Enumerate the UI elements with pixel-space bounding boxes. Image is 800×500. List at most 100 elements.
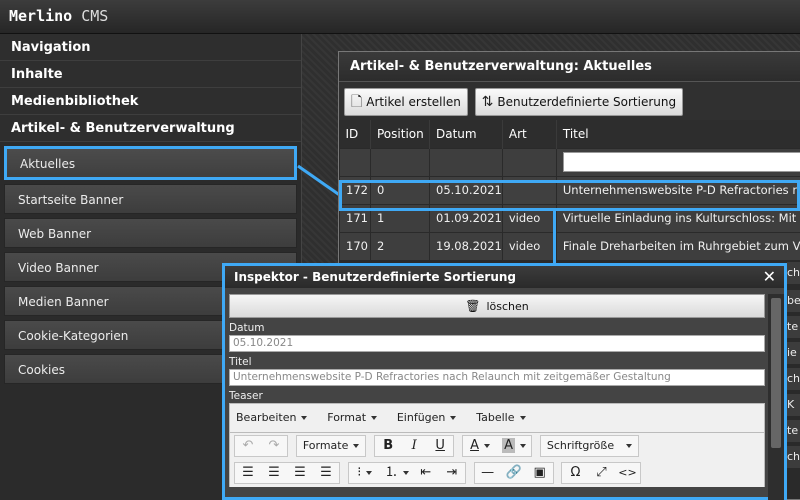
top-bar: Merlino CMS [0,0,800,34]
editor-toolbar-row-2: ☰ ☰ ☰ ☰ ⁝ ⒈ ⇤ ⇥ — 🔗 ▣ Ω ⤢ <> [229,460,765,487]
caret-down-icon [519,443,526,448]
bullet-list-icon[interactable]: ⁝ [349,463,381,483]
list-group: ⁝ ⒈ ⇤ ⇥ [347,462,466,484]
window-toolbar: 🗋 Artikel erstellen ⇅ Benutzerdefinierte S… [339,82,800,120]
color-group: AA [462,435,533,457]
caret-down-icon [366,470,373,475]
column-header-art[interactable]: Art [502,120,557,148]
filter-cell [370,147,430,177]
fontsize-dropdown[interactable]: Schriftgröße [541,436,638,456]
background-color-icon[interactable]: A [497,436,531,456]
sidebar-item-medienbibliothek[interactable]: Medienbibliothek [0,88,301,115]
sidebar-item-navigation[interactable]: Navigation [0,34,301,61]
align-group: ☰ ☰ ☰ ☰ [234,462,340,484]
formats-group: Formate [295,435,367,457]
inspector-body: 🗑 löschen Datum 05.10.2021 Titel Unterneh… [229,294,765,500]
cell-position: 2 [370,231,430,261]
caret-down-icon [402,470,409,475]
filter-cell [555,147,800,177]
extras-group: Ω ⤢ <> [561,462,642,484]
peek-text: ch [787,262,800,284]
delete-button[interactable]: 🗑 löschen [229,294,765,318]
cell-art: video [501,231,557,261]
link-icon[interactable]: 🔗 [501,463,527,483]
column-header-datum[interactable]: Datum [429,120,503,148]
text-style-group: BIU [374,435,455,457]
inspector-scrollbar[interactable] [768,294,784,500]
filter-cell [429,147,503,177]
close-icon[interactable]: ✕ [763,266,776,288]
caret-down-icon [626,444,633,448]
title-filter-input[interactable] [562,152,800,172]
trash-icon: 🗑 [465,299,481,313]
titel-field[interactable]: Unternehmenswebsite P-D Refractories nac… [229,369,765,386]
caret-down-icon [519,416,526,420]
horizontal-rule-icon[interactable]: — [475,463,501,483]
sidebar-item-inhalte[interactable]: Inhalte [0,61,301,88]
scrollbar-thumb[interactable] [771,298,781,448]
image-icon[interactable]: ▣ [527,463,553,483]
peek-text: be [787,290,800,312]
window-title: Artikel- & Benutzerverwaltung: Aktuelles [339,52,800,82]
table-row[interactable]: 170 2 19.08.2021 video Finale Dreharbeit… [339,231,800,261]
inspector-title-bar: Inspektor - Benutzerdefinierte Sortierun… [225,266,784,288]
insert-group: — 🔗 ▣ [473,462,554,484]
titel-label: Titel [229,356,252,368]
datum-field[interactable]: 05.10.2021 [229,335,765,352]
history-group: ↶ ↷ [234,435,288,457]
fullscreen-icon[interactable]: ⤢ [588,463,614,483]
numbered-list-icon[interactable]: ⒈ [381,463,413,483]
text-color-icon[interactable]: A [463,436,497,456]
custom-sort-button[interactable]: ⇅ Benutzerdefinierte Sortierung [474,88,684,116]
inspector-panel: Inspektor - Benutzerdefinierte Sortierun… [222,263,787,500]
column-header-titel[interactable]: Titel [556,120,800,148]
underline-icon[interactable]: U [427,436,453,456]
outdent-icon[interactable]: ⇤ [413,463,439,483]
peek-text: ie [787,342,800,364]
menu-bearbeiten[interactable]: Bearbeiten [236,404,308,432]
selected-row-highlight [339,180,800,211]
cell-datum: 19.08.2021 [429,231,503,261]
filter-cell [501,147,557,177]
peek-text: te [787,420,800,442]
fontsize-group: Schriftgröße [539,435,640,457]
new-document-icon: 🗋 [351,94,363,110]
peek-text: ch [787,446,800,468]
sidebar-item-artikelverwaltung[interactable]: Artikel- & Benutzerverwaltung [0,115,301,142]
create-article-button[interactable]: 🗋 Artikel erstellen [344,88,468,116]
bold-icon[interactable]: B [375,436,401,456]
sidebar-subitem-web-banner[interactable]: Web Banner [4,218,297,248]
cell-id: 170 [339,231,371,261]
cell-titel: Finale Dreharbeiten im Ruhrgebiet zum Vi… [555,231,800,261]
undo-icon[interactable]: ↶ [235,436,261,456]
filter-cell [339,147,371,177]
indent-icon[interactable]: ⇥ [439,463,465,483]
align-justify-icon[interactable]: ☰ [313,463,339,483]
formats-dropdown[interactable]: Formate [297,436,366,456]
menu-tabelle[interactable]: Tabelle [476,404,526,432]
column-header-position[interactable]: Position [370,120,430,148]
caret-down-icon [301,416,308,420]
align-center-icon[interactable]: ☰ [261,463,287,483]
align-right-icon[interactable]: ☰ [287,463,313,483]
code-icon[interactable]: <> [614,463,640,483]
inspector-title: Inspektor - Benutzerdefinierte Sortierun… [234,270,517,284]
peek-text: te [787,316,800,338]
sort-arrows-icon: ⇅ [481,94,494,110]
filter-row [339,147,800,177]
caret-down-icon [483,443,490,448]
peek-text: K [787,394,800,416]
align-left-icon[interactable]: ☰ [235,463,261,483]
editor-toolbar-row-1: ↶ ↷ Formate BIU AA Schriftgröße [229,433,765,460]
caret-down-icon [371,416,378,420]
italic-icon[interactable]: I [401,436,427,456]
redo-icon[interactable]: ↷ [261,436,287,456]
app-logo[interactable]: Merlino CMS [9,7,108,25]
menu-format[interactable]: Format [327,404,378,432]
special-char-icon[interactable]: Ω [562,463,588,483]
menu-einfuegen[interactable]: Einfügen [397,404,457,432]
column-header-id[interactable]: ID [339,120,371,148]
sidebar-subitem-aktuelles[interactable]: Aktuelles [4,146,297,180]
inspector-link-highlight [553,208,556,264]
sidebar-subitem-startseite-banner[interactable]: Startseite Banner [4,184,297,214]
